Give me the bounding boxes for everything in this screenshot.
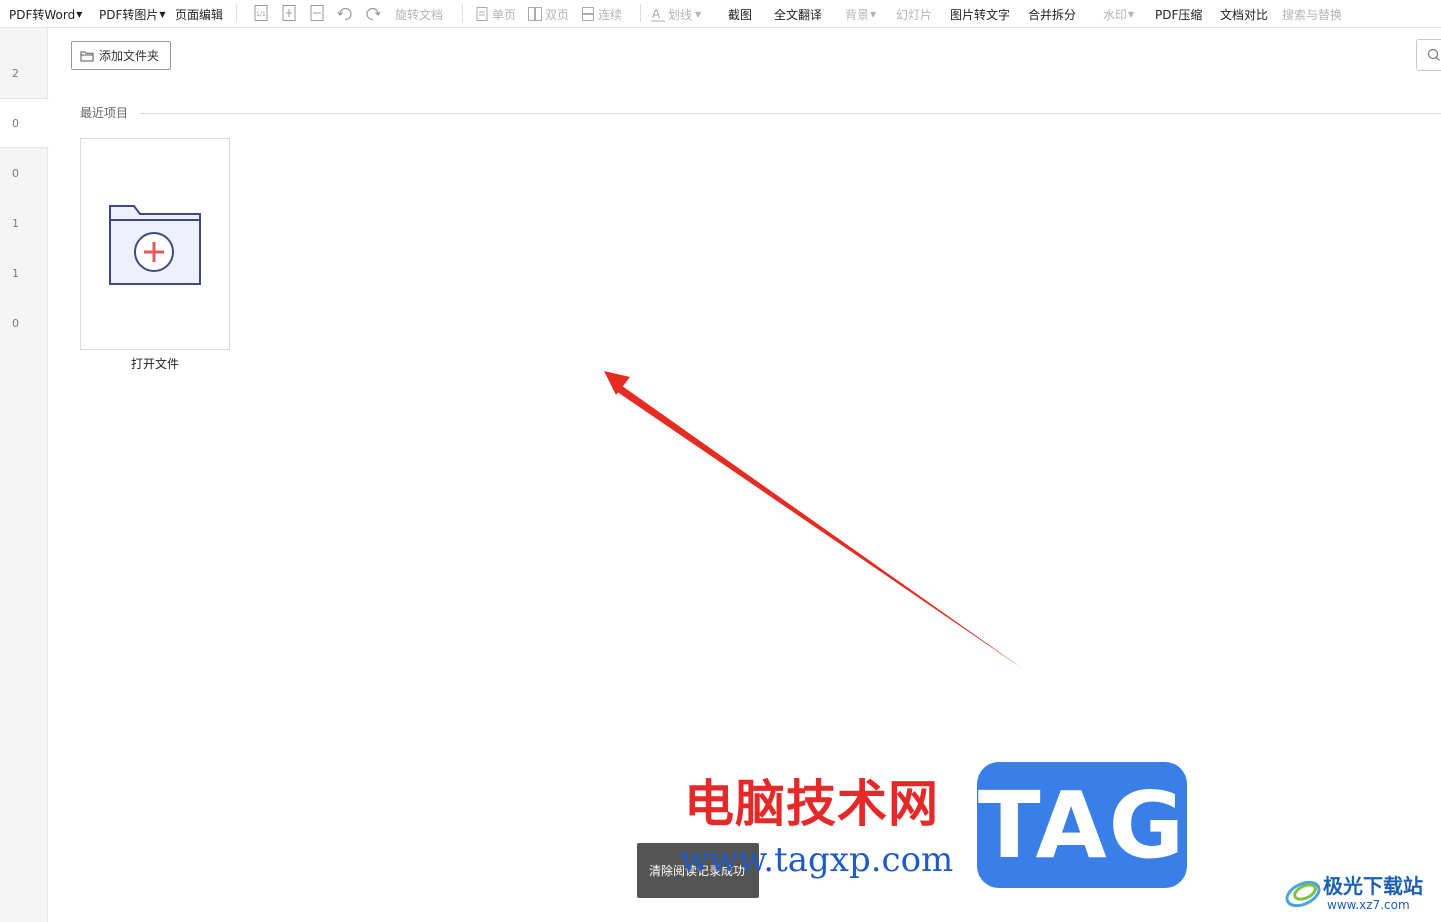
rotate-doc-button[interactable]: 旋转文档 bbox=[395, 0, 443, 28]
merge-split-label: 合并拆分 bbox=[1028, 7, 1077, 22]
sidebar-item[interactable]: 0 bbox=[0, 148, 48, 198]
underline-menu[interactable]: A 划线 ▼ bbox=[650, 0, 701, 28]
image-to-text-button[interactable]: 图片转文字 bbox=[950, 0, 1010, 28]
single-page-icon bbox=[476, 7, 488, 21]
open-file-card[interactable] bbox=[80, 138, 230, 350]
page-edit-button[interactable]: 页面编辑 bbox=[175, 0, 223, 28]
sidebar-item-active[interactable]: 0 bbox=[0, 98, 49, 148]
folder-add-icon bbox=[109, 205, 201, 285]
toolbar-divider bbox=[236, 4, 237, 22]
caret-down-icon: ▼ bbox=[695, 9, 702, 19]
sidebar-item[interactable]: 1 bbox=[0, 198, 48, 248]
watermark-label: 水印 bbox=[1103, 7, 1128, 22]
add-folder-label: 添加文件夹 bbox=[99, 49, 160, 63]
screenshot-label: 截图 bbox=[728, 7, 753, 22]
toolbar-divider bbox=[462, 4, 463, 22]
double-page-button[interactable]: 双页 bbox=[527, 0, 569, 28]
page-edit-label: 页面编辑 bbox=[175, 7, 224, 22]
rotate-left-icon[interactable] bbox=[336, 4, 354, 22]
pdf-compress-button[interactable]: PDF压缩 bbox=[1155, 0, 1202, 28]
pdf-to-word-label: PDF转Word bbox=[9, 7, 76, 22]
underline-label: 划线 bbox=[668, 7, 693, 22]
search-replace-label: 搜索与替换 bbox=[1282, 7, 1343, 22]
svg-text:1/1: 1/1 bbox=[256, 11, 266, 18]
caret-down-icon: ▼ bbox=[1128, 9, 1135, 19]
watermark-tag-logo: TAG bbox=[977, 762, 1187, 888]
section-divider bbox=[140, 113, 1441, 114]
sidebar-item[interactable]: 2 bbox=[0, 48, 48, 98]
sidebar-item-count: 1 bbox=[12, 216, 19, 230]
merge-split-button[interactable]: 合并拆分 bbox=[1028, 0, 1076, 28]
svg-text:A: A bbox=[652, 7, 661, 21]
sidebar-item-count: 1 bbox=[12, 266, 19, 280]
watermark-menu[interactable]: 水印 ▼ bbox=[1103, 0, 1134, 28]
full-translate-button[interactable]: 全文翻译 bbox=[774, 0, 822, 28]
continuous-icon bbox=[582, 7, 594, 21]
folder-icon bbox=[80, 51, 94, 61]
toolbar-divider bbox=[640, 4, 641, 22]
caret-down-icon: ▼ bbox=[870, 9, 877, 19]
pdf-to-image-menu[interactable]: PDF转图片 ▼ bbox=[99, 0, 166, 28]
full-translate-label: 全文翻译 bbox=[774, 7, 823, 22]
search-icon bbox=[1427, 48, 1440, 61]
add-folder-button[interactable]: 添加文件夹 bbox=[71, 41, 171, 70]
slideshow-label: 幻灯片 bbox=[896, 7, 933, 22]
annotation-arrow-icon bbox=[604, 371, 1026, 671]
continuous-button[interactable]: 连续 bbox=[580, 0, 622, 28]
fit-page-icon[interactable] bbox=[280, 4, 298, 22]
double-page-label: 双页 bbox=[545, 7, 570, 22]
single-page-label: 单页 bbox=[492, 7, 517, 22]
doc-compare-label: 文档对比 bbox=[1220, 7, 1269, 22]
rotate-right-icon[interactable] bbox=[364, 4, 382, 22]
recent-items-title: 最近项目 bbox=[80, 106, 129, 120]
watermark-site-name: 极光下载站 bbox=[1323, 874, 1423, 898]
caret-down-icon: ▼ bbox=[159, 9, 166, 19]
search-button[interactable] bbox=[1416, 39, 1441, 71]
rotate-doc-label: 旋转文档 bbox=[395, 7, 444, 22]
slideshow-button[interactable]: 幻灯片 bbox=[896, 0, 932, 28]
watermark-site-url: www.xz7.com bbox=[1327, 898, 1410, 912]
single-page-button[interactable]: 单页 bbox=[474, 0, 516, 28]
sidebar-item-count: 0 bbox=[12, 316, 19, 330]
sidebar-item-count: 2 bbox=[12, 66, 19, 80]
underline-icon: A bbox=[651, 7, 665, 22]
search-replace-button[interactable]: 搜索与替换 bbox=[1282, 0, 1342, 28]
screenshot-button[interactable]: 截图 bbox=[728, 0, 752, 28]
pdf-to-image-label: PDF转图片 bbox=[99, 7, 159, 22]
pdf-compress-label: PDF压缩 bbox=[1155, 7, 1203, 22]
fit-width-icon[interactable] bbox=[308, 4, 326, 22]
sidebar-item[interactable]: 0 bbox=[0, 298, 48, 348]
pdf-to-word-menu[interactable]: PDF转Word ▼ bbox=[9, 0, 82, 28]
watermark-url: www.tagxp.com bbox=[680, 840, 954, 880]
double-page-icon bbox=[528, 7, 542, 21]
toolbar: PDF转Word ▼ PDF转图片 ▼ 页面编辑 1/1 旋转文档 单页 双页 连续… bbox=[0, 0, 1441, 28]
page-number-icon[interactable]: 1/1 bbox=[252, 4, 270, 22]
background-label: 背景 bbox=[845, 7, 870, 22]
aurora-logo-icon bbox=[1285, 880, 1321, 908]
watermark-title: 电脑技术网 bbox=[684, 774, 939, 833]
sidebar-item-count: 0 bbox=[12, 166, 19, 180]
background-menu[interactable]: 背景 ▼ bbox=[845, 0, 876, 28]
open-file-label: 打开文件 bbox=[130, 357, 179, 371]
sidebar-item-count: 0 bbox=[12, 116, 19, 130]
caret-down-icon: ▼ bbox=[76, 9, 83, 19]
doc-compare-button[interactable]: 文档对比 bbox=[1220, 0, 1268, 28]
sidebar-item[interactable]: 1 bbox=[0, 248, 48, 298]
watermark-tag-text: TAG bbox=[977, 771, 1187, 879]
image-to-text-label: 图片转文字 bbox=[950, 7, 1011, 22]
left-sidebar: 2 0 0 1 1 0 bbox=[0, 28, 49, 922]
continuous-label: 连续 bbox=[598, 7, 623, 22]
watermark-site: 极光下载站 www.xz7.com bbox=[1283, 870, 1441, 916]
